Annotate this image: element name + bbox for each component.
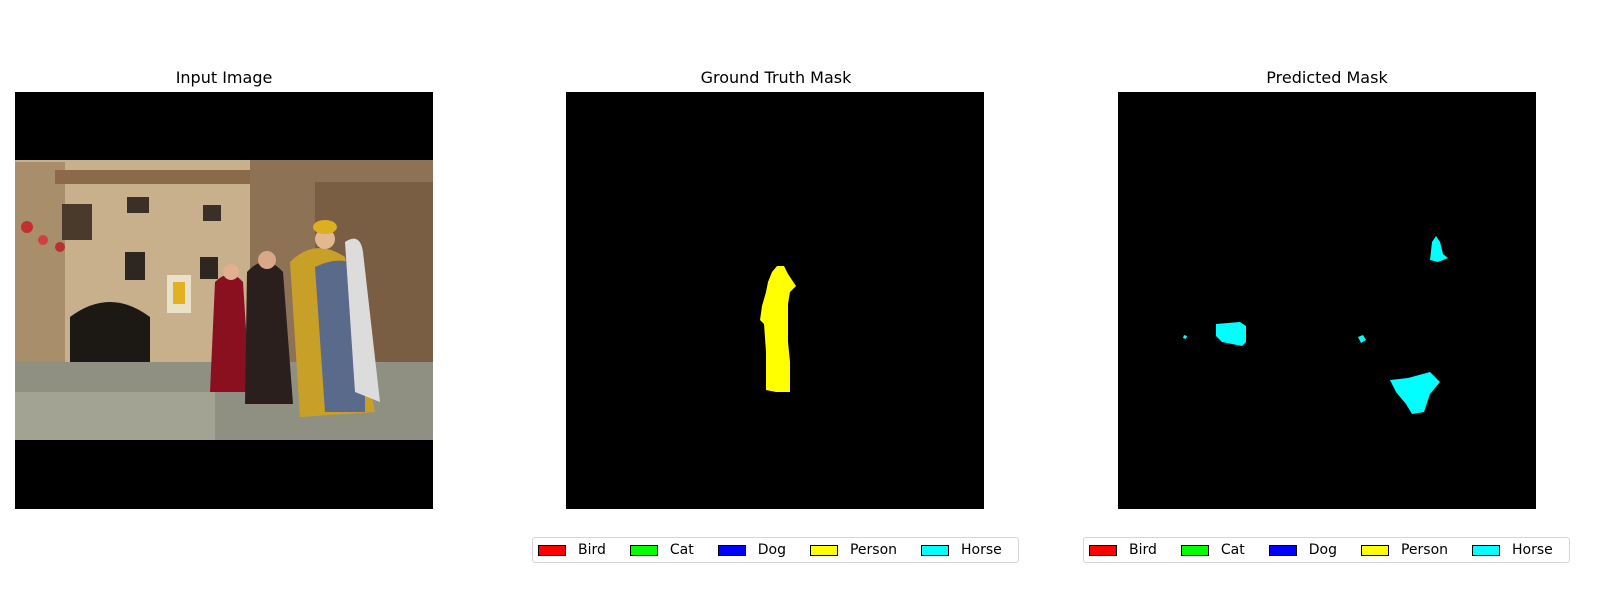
horse-swatch	[1472, 544, 1501, 556]
horse-swatch	[921, 544, 950, 556]
legend-item-bird: Bird	[538, 542, 606, 558]
legend-label: Bird	[1129, 542, 1157, 558]
legend-label: Cat	[1220, 542, 1245, 558]
input-photo	[15, 92, 433, 509]
legend-label: Horse	[1512, 542, 1553, 558]
legend-item-dog: Dog	[717, 542, 786, 558]
ground-truth-legend: Bird Cat Dog Person Horse	[532, 537, 1019, 563]
cat-swatch	[1180, 544, 1209, 556]
person-swatch	[809, 544, 838, 556]
ground-truth-mask-image	[566, 92, 984, 509]
legend-item-person: Person	[1360, 542, 1449, 558]
legend-label: Dog	[757, 542, 786, 558]
legend-label: Person	[849, 542, 898, 558]
legend-label: Cat	[669, 542, 694, 558]
dog-swatch	[717, 544, 746, 556]
legend-item-bird: Bird	[1089, 542, 1157, 558]
legend-item-cat: Cat	[629, 542, 694, 558]
bird-swatch	[538, 544, 566, 556]
legend-label: Bird	[578, 542, 606, 558]
legend-item-dog: Dog	[1268, 542, 1337, 558]
predicted-legend: Bird Cat Dog Person Horse	[1083, 537, 1570, 563]
ground-truth-title: Ground Truth Mask	[700, 68, 852, 87]
legend-item-horse: Horse	[1472, 542, 1553, 558]
dog-swatch	[1268, 544, 1297, 556]
cat-swatch	[629, 544, 658, 556]
bird-swatch	[1089, 544, 1117, 556]
predicted-mask	[1118, 92, 1536, 509]
ground-truth-mask	[566, 92, 984, 509]
predicted-mask-image	[1118, 92, 1536, 509]
legend-label: Person	[1400, 542, 1449, 558]
legend-label: Dog	[1308, 542, 1337, 558]
legend-label: Horse	[961, 542, 1002, 558]
person-swatch	[1360, 544, 1389, 556]
predicted-mask-title: Predicted Mask	[1266, 68, 1388, 87]
input-image-title: Input Image	[175, 68, 273, 87]
legend-item-cat: Cat	[1180, 542, 1245, 558]
legend-item-person: Person	[809, 542, 898, 558]
input-image	[15, 92, 433, 509]
legend-item-horse: Horse	[921, 542, 1002, 558]
